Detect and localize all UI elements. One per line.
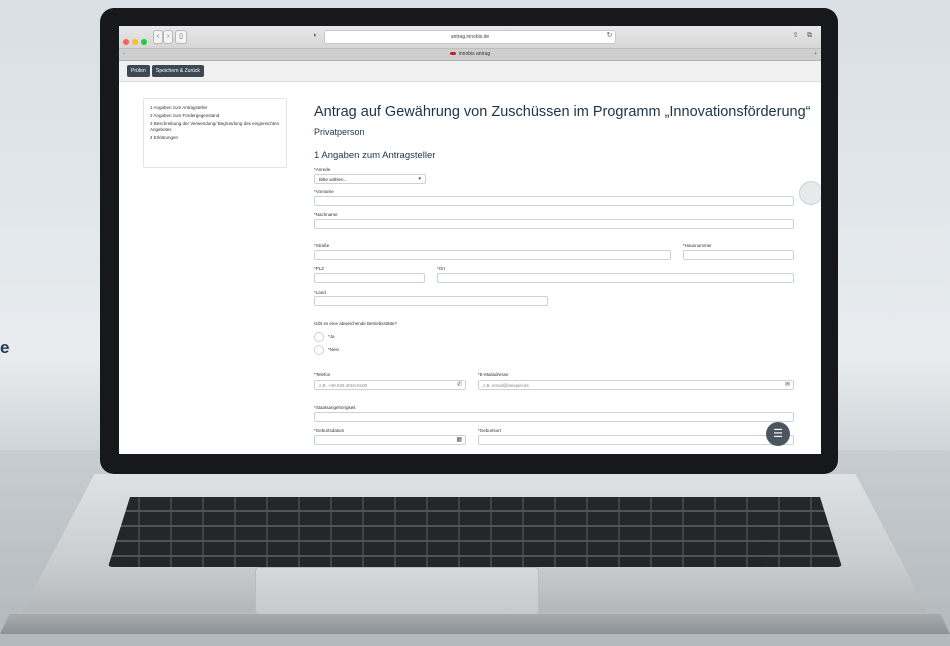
sidebar-toggle-button[interactable]: ▯	[175, 30, 187, 44]
forward-button[interactable]: ›	[163, 30, 173, 44]
telefon-label: *Telefon	[314, 372, 331, 377]
new-tab-icon[interactable]: +	[814, 49, 817, 60]
tabs-icon: ⧉	[807, 32, 812, 39]
geburtsort-input[interactable]	[478, 435, 794, 445]
phone-icon: ✆	[456, 382, 462, 388]
laptop-keyboard	[108, 497, 842, 567]
shield-icon: ◐	[313, 32, 318, 39]
land-label: *Land	[314, 290, 326, 295]
vorname-label: *Vorname	[314, 189, 334, 194]
geburtsdatum-input[interactable]: ▦	[314, 435, 466, 445]
laptop-front-edge	[0, 614, 950, 634]
laptop-screen: ‹ › ▯ ◐ antrag.innobis.de ↻ ⇪ ⧉ ‹ innobi…	[119, 26, 821, 454]
tab-back-icon[interactable]: ‹	[123, 49, 125, 60]
page-title: Antrag auf Gewährung von Zuschüssen im P…	[314, 104, 811, 120]
table-of-contents: 1 Angaben zum Antragsteller 2 Angaben zu…	[143, 98, 287, 168]
plz-input[interactable]	[314, 273, 425, 283]
hamburger-menu-icon: ☰	[773, 428, 783, 440]
telefon-placeholder: z.B. +49 040 4010-0100	[319, 383, 368, 388]
privacy-button[interactable]: ◐	[311, 30, 320, 42]
toc-item[interactable]: 2 Angaben zum Fördergegenstand	[150, 113, 280, 119]
ort-input[interactable]	[437, 273, 794, 283]
strasse-input[interactable]	[314, 250, 671, 260]
plz-label: *PLZ	[314, 266, 325, 271]
ort-label: *Ort	[437, 266, 446, 271]
envelope-icon: ✉	[784, 382, 790, 388]
chevron-left-icon: ‹	[156, 33, 160, 40]
betrieb-question: Gibt es eine abweichende Betriebsstätte?	[314, 321, 398, 326]
geburtsort-label: *Geburtsort	[478, 428, 502, 433]
staatsangehoerigkeit-label: *Staatsangehörigkeit	[314, 405, 356, 410]
toc-item[interactable]: 3 Beschreibung der Verwendung/ Begründun…	[150, 121, 280, 133]
radio-nein[interactable]	[314, 345, 324, 355]
page-subtitle: Privatperson	[314, 127, 365, 137]
calendar-icon: ▦	[456, 437, 462, 443]
minimize-window-icon[interactable]	[132, 39, 138, 45]
share-button[interactable]: ⇪	[791, 30, 800, 42]
menu-fab-button[interactable]: ☰	[766, 422, 790, 446]
save-and-back-button[interactable]: Speichern & Zurück	[152, 65, 204, 77]
staatsangehoerigkeit-input[interactable]	[314, 412, 794, 422]
section-title: 1 Angaben zum Antragsteller	[314, 150, 436, 161]
email-label: *E-Mailadresse	[478, 372, 509, 377]
window-controls	[123, 32, 150, 50]
laptop-trackpad	[255, 567, 539, 615]
radio-ja[interactable]	[314, 332, 324, 342]
geburtsdatum-label: *Geburtsdatum	[314, 428, 345, 433]
vorname-input[interactable]	[314, 196, 794, 206]
tab-title: innobis antrag	[458, 51, 491, 57]
tabs-overview-button[interactable]: ⧉	[805, 30, 814, 42]
telefon-input[interactable]: z.B. +49 040 4010-0100 ✆	[314, 380, 466, 390]
pruefen-button[interactable]: Prüfen	[127, 65, 150, 77]
favicon-icon	[449, 52, 456, 56]
active-tab[interactable]: innobis antrag	[139, 49, 801, 60]
address-bar[interactable]: antrag.innobis.de	[324, 30, 616, 44]
anrede-label: *Anrede	[314, 167, 331, 172]
nachname-label: *Nachname	[314, 212, 338, 217]
strasse-label: *Straße	[314, 243, 330, 248]
land-input[interactable]	[314, 296, 548, 306]
email-input[interactable]: z.B. email@beispiel.de ✉	[478, 380, 794, 390]
hausnummer-label: *Hausnummer	[683, 243, 712, 248]
back-button[interactable]: ‹	[153, 30, 163, 44]
share-icon: ⇪	[792, 32, 799, 39]
anrede-value: Bitte wählen...	[319, 177, 348, 182]
radio-ja-label: *Ja	[328, 334, 335, 339]
reload-button[interactable]: ↻	[605, 30, 614, 42]
tab-bar: ‹ innobis antrag +	[119, 49, 821, 61]
close-window-icon[interactable]	[123, 39, 129, 45]
chevron-right-icon: ›	[166, 33, 170, 40]
reload-icon: ↻	[606, 32, 613, 39]
toc-item[interactable]: 4 Erklärungen	[150, 135, 280, 141]
radio-nein-label: *Nein	[328, 347, 340, 352]
side-help-button[interactable]	[799, 181, 821, 205]
background-text: e	[0, 338, 10, 357]
browser-chrome: ‹ › ▯ ◐ antrag.innobis.de ↻ ⇪ ⧉	[119, 26, 821, 49]
anrede-select[interactable]: Bitte wählen... ▾	[314, 174, 426, 184]
sidebar-icon: ▯	[179, 33, 183, 40]
caret-down-icon: ▾	[418, 176, 421, 182]
zoom-window-icon[interactable]	[141, 39, 147, 45]
nachname-input[interactable]	[314, 219, 794, 229]
hausnummer-input[interactable]	[683, 250, 794, 260]
email-placeholder: z.B. email@beispiel.de	[483, 383, 529, 388]
form-toolbar: Prüfen Speichern & Zurück	[119, 61, 821, 82]
address-text: antrag.innobis.de	[450, 34, 490, 40]
toc-item[interactable]: 1 Angaben zum Antragsteller	[150, 105, 280, 111]
